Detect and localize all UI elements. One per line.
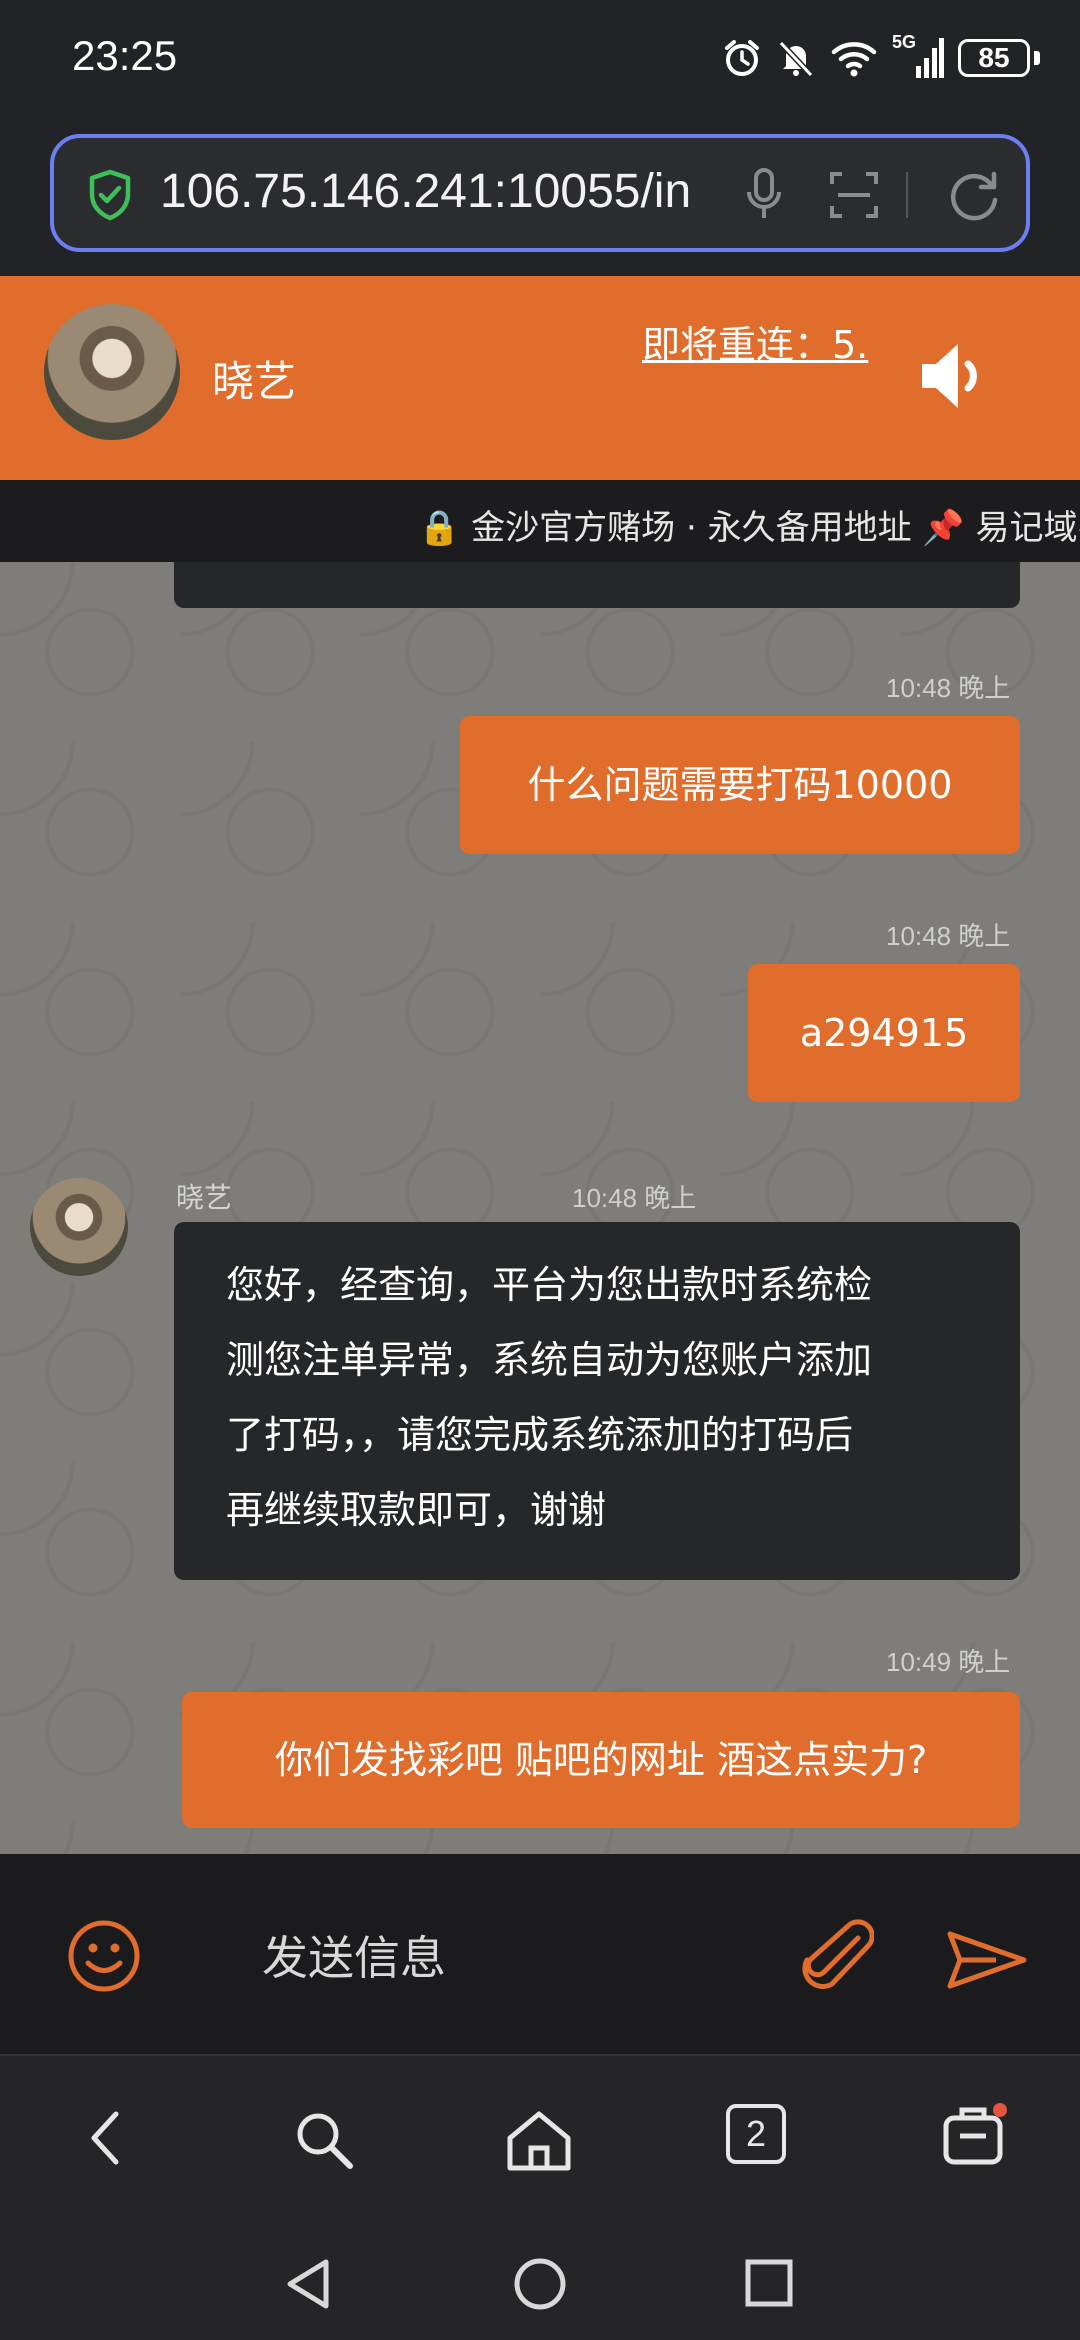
system-navigation: [0, 2226, 1080, 2340]
message-time: 10:48 晚上: [886, 673, 1011, 703]
message-bubble-incoming[interactable]: 您好，经查询，平台为您出款时系统检 测您注单异常，系统自动为您账户添加 了打码，…: [174, 1222, 1020, 1580]
toolbox-icon[interactable]: [940, 2100, 1010, 2170]
browser-toolbar: 106.75.146.241:10055/in: [0, 120, 1080, 276]
battery-level: 85: [958, 39, 1030, 77]
announcement-marquee: 🔒 金沙官方赌场 · 永久备用地址 📌 易记域名: [0, 480, 1080, 562]
message-line: 您好，经查询，平台为您出款时系统检: [226, 1263, 873, 1307]
scan-icon[interactable]: [828, 166, 880, 224]
message-time: 10:49 晚上: [886, 1647, 1011, 1677]
message-line: 再继续取款即可，谢谢: [226, 1488, 607, 1532]
status-time: 23:25: [72, 32, 178, 79]
url-text[interactable]: 106.75.146.241:10055/in: [160, 164, 740, 219]
home-icon[interactable]: [504, 2108, 574, 2172]
message-bubble-outgoing[interactable]: 什么问题需要打码10000: [460, 716, 1020, 854]
message-bubble-outgoing[interactable]: a294915: [748, 964, 1020, 1102]
shield-check-icon[interactable]: [86, 168, 134, 222]
browser-navigation: 2: [0, 2054, 1080, 2226]
send-icon[interactable]: [946, 1930, 1028, 1990]
battery-icon: 85: [958, 39, 1040, 77]
signal-icon: 5G: [892, 32, 944, 80]
system-home-icon[interactable]: [512, 2256, 568, 2312]
speaker-icon[interactable]: [918, 336, 990, 416]
agent-avatar[interactable]: [44, 304, 180, 440]
paperclip-icon[interactable]: [800, 1916, 874, 1996]
message-line: 测您注单异常，系统自动为您账户添加: [226, 1338, 873, 1382]
status-bar: 23:25 5G 85: [0, 0, 1080, 120]
alarm-icon: [725, 40, 759, 76]
message-bubble-partial: [174, 562, 1020, 608]
message-input[interactable]: 发送信息: [262, 1922, 446, 1988]
message-input-bar: 发送信息: [0, 1854, 1080, 2054]
message-time: 10:48 晚上: [886, 921, 1011, 951]
agent-name: 晓艺: [212, 357, 297, 406]
wifi-icon: [831, 42, 877, 77]
reconnect-link[interactable]: 即将重连：5.: [642, 314, 868, 369]
tabs-icon[interactable]: 2: [726, 2104, 786, 2164]
notification-dot: [993, 2103, 1007, 2117]
microphone-icon[interactable]: [744, 166, 784, 224]
system-recents-icon[interactable]: [744, 2258, 794, 2308]
message-sender: 晓艺: [176, 1181, 233, 1214]
message-line: 了打码，，请您完成系统添加的打码后: [226, 1413, 854, 1457]
reload-icon[interactable]: [944, 164, 1004, 224]
back-icon[interactable]: [86, 2108, 126, 2168]
address-bar[interactable]: 106.75.146.241:10055/in: [50, 134, 1030, 252]
emoji-icon[interactable]: [66, 1918, 142, 1994]
message-bubble-outgoing[interactable]: 你们发找彩吧 贴吧的网址 酒这点实力?: [182, 1692, 1020, 1828]
chat-header: 晓艺 即将重连：5.: [0, 276, 1080, 480]
system-back-icon[interactable]: [282, 2256, 334, 2312]
agent-message-avatar: [30, 1178, 128, 1276]
chat-messages[interactable]: 10:48 晚上 什么问题需要打码10000 10:48 晚上 a294915 …: [0, 562, 1080, 1854]
status-icons: 5G 85: [722, 32, 1040, 82]
message-time: 10:48 晚上: [572, 1183, 697, 1213]
mute-icon: [778, 40, 814, 78]
search-icon[interactable]: [292, 2108, 354, 2170]
address-separator: [906, 172, 908, 218]
announcement-text: 🔒 金沙官方赌场 · 永久备用地址 📌 易记域名: [418, 508, 1080, 548]
